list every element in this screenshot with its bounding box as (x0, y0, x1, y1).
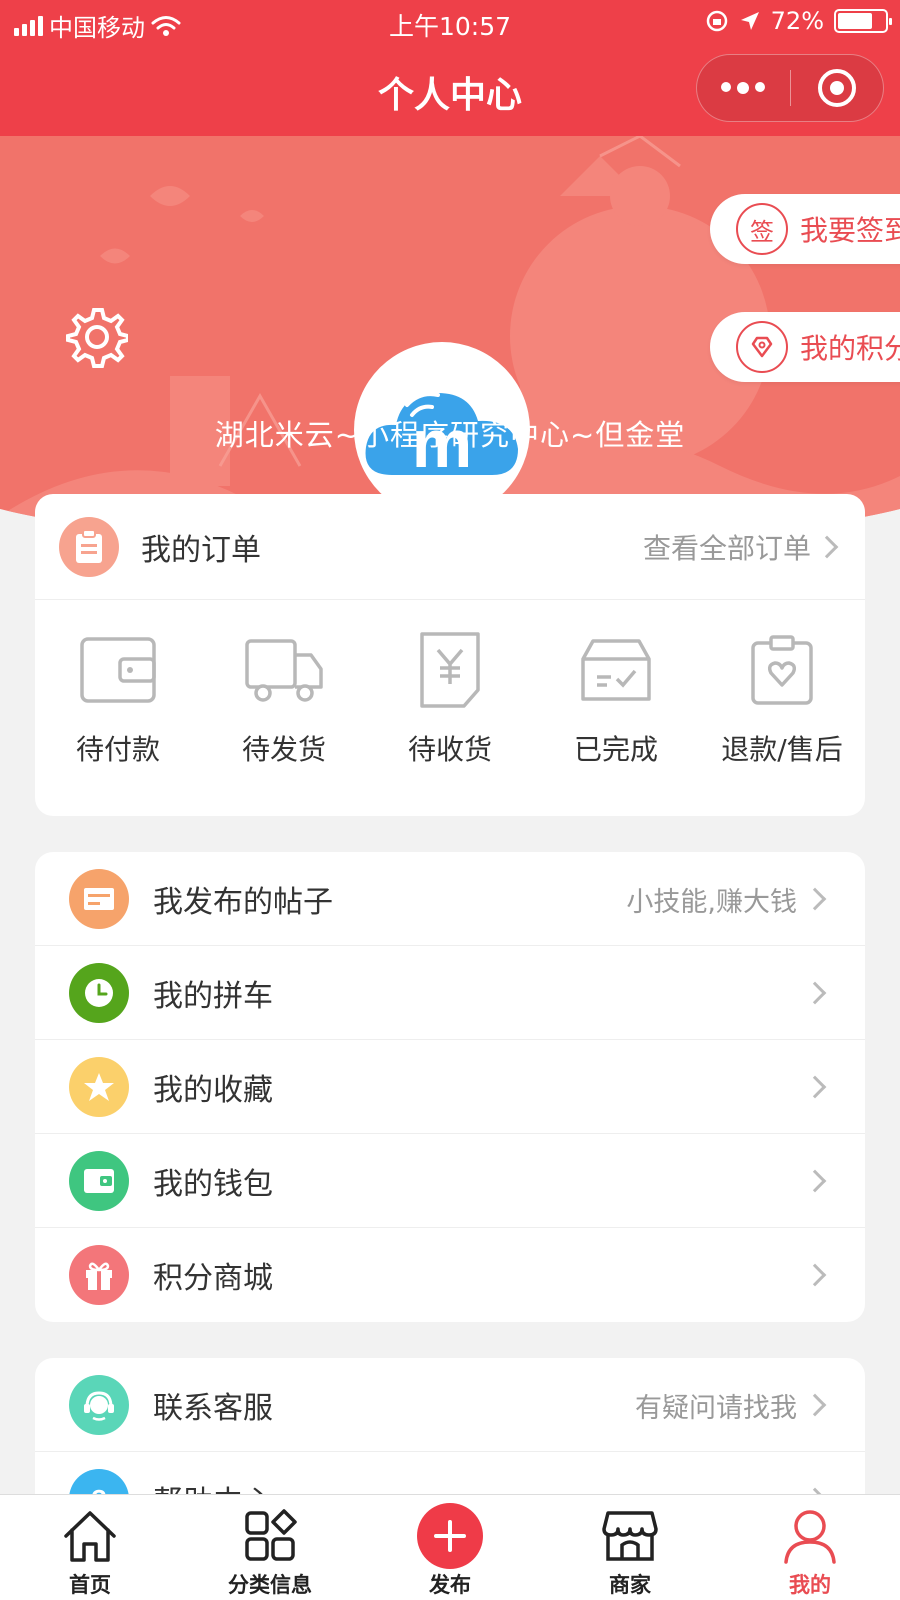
menu-item-hint-text: 有疑问请找我 (635, 1392, 797, 1424)
tab-label: 首页 (69, 1573, 111, 1597)
menu-item-hint (803, 1134, 829, 1228)
view-all-orders-link[interactable]: 查看全部订单 (643, 494, 841, 600)
tab-label: 分类信息 (228, 1573, 312, 1597)
order-state-refund[interactable]: 退款/售后 (699, 600, 865, 816)
menu-item-label: 我的收藏 (153, 1072, 273, 1108)
app-root: 中国移动 上午10:57 72% 个人中心 m 湖北米云~小程序研究中心~但金堂… (0, 0, 900, 1600)
nav-bar: 个人中心 (0, 44, 900, 136)
chevron-right-icon (803, 1075, 827, 1099)
order-state-label: 待付款 (75, 733, 160, 766)
menu-item-customer-service[interactable]: 联系客服 有疑问请找我 (35, 1358, 865, 1452)
user-icon (783, 1505, 837, 1567)
sign-in-icon: 签 (736, 203, 788, 255)
menu-item-label: 我的拼车 (153, 978, 273, 1014)
chevron-right-icon (815, 535, 839, 559)
chevron-right-icon (803, 1263, 827, 1287)
clipboard-heart-icon (742, 630, 822, 710)
sign-in-button[interactable]: 签 我要签到 (710, 194, 900, 264)
truck-icon (244, 630, 324, 710)
menu-item-my-posts[interactable]: 我发布的帖子 小技能,赚大钱 (35, 852, 865, 946)
menu-item-hint: 小技能,赚大钱 (626, 852, 829, 946)
tab-label: 商家 (609, 1573, 651, 1597)
tab-categories[interactable]: 分类信息 (180, 1495, 360, 1600)
my-points-label: 我的积分 (800, 332, 900, 365)
settings-gear-icon[interactable] (66, 306, 128, 368)
target-icon (817, 69, 856, 107)
chevron-right-icon (803, 981, 827, 1005)
menu-card-primary: 我发布的帖子 小技能,赚大钱 我的拼车 我的收藏 我的钱包 积分商城 (35, 852, 865, 1322)
battery-percent: 72% (770, 7, 824, 35)
orders-header[interactable]: 我的订单 查看全部订单 (35, 494, 865, 600)
post-icon (69, 868, 129, 929)
tab-label: 发布 (429, 1573, 471, 1597)
close-mini-program-button[interactable] (791, 55, 884, 121)
plus-icon (417, 1503, 483, 1569)
diamond-icon (736, 321, 788, 373)
clock-icon (69, 962, 129, 1023)
tab-bar: 首页 分类信息 发布 商家 我的 (0, 1494, 900, 1600)
chevron-right-icon (803, 1393, 827, 1417)
order-state-completed[interactable]: 已完成 (533, 600, 699, 816)
username: 湖北米云~小程序研究中心~但金堂 (214, 418, 686, 452)
menu-item-hint (803, 946, 829, 1040)
menu-item-label: 我的钱包 (153, 1166, 273, 1202)
orders-title: 我的订单 (141, 532, 261, 568)
order-state-pending-shipment[interactable]: 待发货 (201, 600, 367, 816)
home-icon (62, 1505, 118, 1567)
orders-card: 我的订单 查看全部订单 待付款 待发货 待收货 已完成 退款/售后 (35, 494, 865, 816)
order-clipboard-icon (59, 516, 119, 577)
order-state-label: 退款/售后 (721, 733, 843, 766)
tab-publish[interactable]: 发布 (360, 1495, 540, 1600)
yen-receipt-icon (410, 630, 490, 710)
tab-merchants[interactable]: 商家 (540, 1495, 720, 1600)
my-points-button[interactable]: 我的积分 (710, 312, 900, 382)
order-states: 待付款 待发货 待收货 已完成 退款/售后 (35, 600, 865, 816)
menu-item-hint-text: 小技能,赚大钱 (626, 886, 797, 918)
menu-item-my-wallet[interactable]: 我的钱包 (35, 1134, 865, 1228)
menu-item-my-carpool[interactable]: 我的拼车 (35, 946, 865, 1040)
customer-service-icon (69, 1374, 129, 1435)
tab-mine[interactable]: 我的 (720, 1495, 900, 1600)
location-arrow-icon (740, 12, 759, 30)
mini-program-capsule (696, 54, 884, 122)
tab-home[interactable]: 首页 (0, 1495, 180, 1600)
order-state-label: 已完成 (573, 733, 658, 766)
order-state-pending-receipt[interactable]: 待收货 (367, 600, 533, 816)
status-right: 72% (705, 7, 892, 35)
chevron-right-icon (803, 1169, 827, 1193)
chevron-right-icon (803, 887, 827, 911)
menu-item-hint: 有疑问请找我 (635, 1358, 829, 1452)
order-state-label: 待发货 (241, 733, 326, 766)
grid-icon (243, 1505, 297, 1567)
store-icon (602, 1505, 658, 1567)
more-dots-icon (721, 82, 766, 94)
battery-icon (834, 9, 892, 33)
wallet-icon (78, 630, 158, 710)
rotation-lock-icon (706, 10, 727, 32)
tab-label: 我的 (789, 1573, 831, 1597)
sign-in-label: 我要签到 (800, 214, 900, 247)
gift-icon (69, 1245, 129, 1305)
order-state-label: 待收货 (407, 733, 492, 766)
menu-item-my-favorites[interactable]: 我的收藏 (35, 1040, 865, 1134)
more-menu-button[interactable] (697, 55, 790, 121)
wallet-icon (69, 1150, 129, 1211)
order-state-pending-payment[interactable]: 待付款 (35, 600, 201, 816)
menu-item-label: 积分商城 (153, 1261, 273, 1296)
menu-item-hint (803, 1228, 829, 1322)
status-bar: 中国移动 上午10:57 72% (0, 0, 900, 44)
box-check-icon (576, 630, 656, 710)
menu-item-points-mall[interactable]: 积分商城 (35, 1228, 865, 1322)
menu-item-label: 联系客服 (153, 1390, 273, 1426)
star-icon (69, 1056, 129, 1117)
menu-item-hint (803, 1040, 829, 1134)
view-all-orders-label: 查看全部订单 (642, 532, 811, 565)
menu-item-label: 我发布的帖子 (153, 884, 333, 920)
